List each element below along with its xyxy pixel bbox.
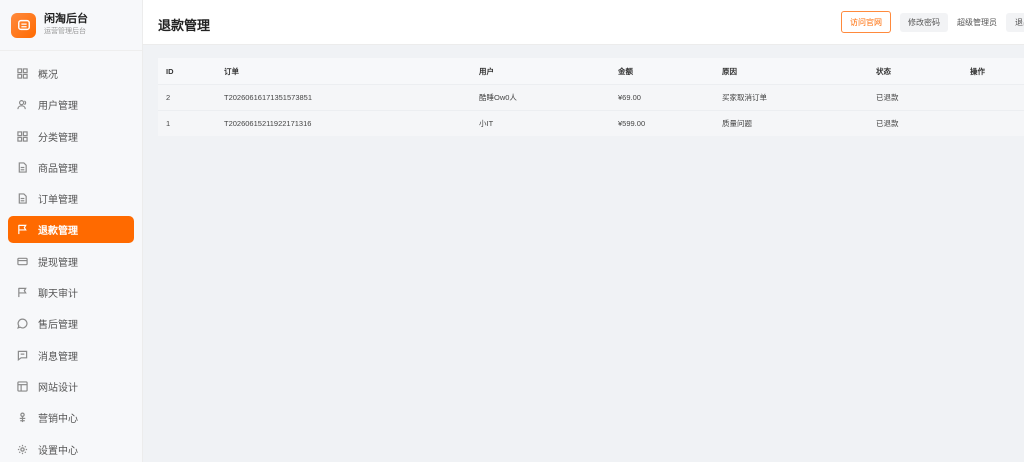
sidebar-item-messages[interactable]: 消息管理 <box>8 342 134 369</box>
cell-order: T20260616171351573851 <box>224 93 313 102</box>
admin-name: 超级管理员 <box>957 18 997 27</box>
column-header-id: ID <box>166 66 174 76</box>
sidebar-item-after-sales[interactable]: 售后管理 <box>8 310 134 337</box>
cell-reason: 买家取消订单 <box>722 93 767 102</box>
sidebar-item-site-design[interactable]: 网站设计 <box>8 373 134 400</box>
cell-user: 小IT <box>479 119 494 128</box>
cell-status: 已退款 <box>876 119 899 128</box>
brand-subtitle: 运营管理后台 <box>44 28 86 35</box>
marketing-icon <box>17 412 28 423</box>
dashboard-icon <box>17 68 28 79</box>
sidebar-item-label: 营销中心 <box>38 414 78 426</box>
sidebar-item-label: 消息管理 <box>38 351 78 363</box>
cell-amount: ¥69.00 <box>618 93 641 102</box>
sidebar-item-label: 网站设计 <box>38 382 78 394</box>
cell-user: 酷睡Ow0人 <box>479 93 517 102</box>
cell-reason: 质量问题 <box>722 119 752 128</box>
cell-amount: ¥599.00 <box>618 119 646 128</box>
sidebar-item-orders[interactable]: 订单管理 <box>8 185 134 212</box>
sidebar-item-label: 分类管理 <box>38 132 78 144</box>
column-header-actions: 操作 <box>970 66 985 76</box>
sidebar-item-label: 概况 <box>38 70 58 81</box>
table-row[interactable]: 1 T20260615211922171316 小IT ¥599.00 质量问题… <box>158 110 1024 136</box>
cell-order: T20260615211922171316 <box>224 119 312 128</box>
chat-icon <box>17 318 28 330</box>
sidebar-item-settings[interactable]: 设置中心 <box>8 436 134 462</box>
cell-status: 已退款 <box>876 93 899 102</box>
sidebar-item-label: 商品管理 <box>38 163 78 175</box>
message-icon <box>17 350 28 361</box>
sidebar-item-categories[interactable]: 分类管理 <box>8 123 134 150</box>
sidebar-item-withdrawals[interactable]: 提现管理 <box>8 248 134 275</box>
sidebar-item-label: 售后管理 <box>38 320 78 332</box>
change-password-button[interactable]: 修改密码 <box>900 13 948 32</box>
sidebar-item-label: 聊天审计 <box>38 289 78 301</box>
sidebar-item-chat-audit[interactable]: 聊天审计 <box>8 279 134 306</box>
top-header: 退款管理 访问官网 修改密码 超级管理员 退出 <box>143 0 1024 45</box>
sidebar-item-refunds[interactable]: 退款管理 <box>8 216 134 244</box>
sidebar: 闲淘后台 运营管理后台 概况 用户管理 分类管理 商品管理 订单管理 退款管理 <box>0 0 143 462</box>
card-icon <box>17 256 28 267</box>
gear-icon <box>17 444 28 455</box>
document-icon <box>17 162 28 173</box>
sidebar-item-label: 提现管理 <box>38 257 78 269</box>
brand-title: 闲淘后台 <box>44 13 88 25</box>
grid-icon <box>17 130 28 142</box>
logout-button[interactable]: 退出 <box>1006 13 1024 32</box>
refund-table: ID 订单 用户 金额 原因 状态 操作 2 T2026061617135157… <box>158 58 1024 136</box>
document-icon <box>17 193 28 204</box>
sidebar-item-label: 订单管理 <box>38 195 78 207</box>
sidebar-item-label: 退款管理 <box>38 226 78 238</box>
sidebar-item-label: 设置中心 <box>38 445 78 457</box>
page-title: 退款管理 <box>158 18 211 33</box>
table-header-row: ID 订单 用户 金额 原因 状态 操作 <box>158 58 1024 84</box>
flag-icon <box>17 287 28 298</box>
sidebar-nav: 概况 用户管理 分类管理 商品管理 订单管理 退款管理 提现管理 聊天审计 售后… <box>0 51 142 462</box>
table-row[interactable]: 2 T20260616171351573851 酷睡Ow0人 ¥69.00 买家… <box>158 84 1024 110</box>
sidebar-item-marketing[interactable]: 营销中心 <box>8 404 134 431</box>
sidebar-item-label: 用户管理 <box>38 101 78 113</box>
brand: 闲淘后台 运营管理后台 <box>0 0 142 51</box>
users-icon <box>17 99 28 110</box>
sidebar-item-products[interactable]: 商品管理 <box>8 154 134 181</box>
layout-icon <box>17 381 28 392</box>
flag-icon <box>17 224 28 235</box>
sidebar-item-overview[interactable]: 概况 <box>8 60 134 87</box>
column-header-user: 用户 <box>479 66 494 76</box>
app-logo-icon <box>11 12 36 38</box>
cell-id: 2 <box>166 93 171 102</box>
sidebar-item-users[interactable]: 用户管理 <box>8 91 134 118</box>
cell-id: 1 <box>166 119 171 128</box>
column-header-order: 订单 <box>224 66 239 76</box>
visit-site-button[interactable]: 访问官网 <box>841 11 891 33</box>
column-header-amount: 金额 <box>618 66 633 76</box>
column-header-status: 状态 <box>876 66 891 76</box>
column-header-reason: 原因 <box>722 66 737 76</box>
